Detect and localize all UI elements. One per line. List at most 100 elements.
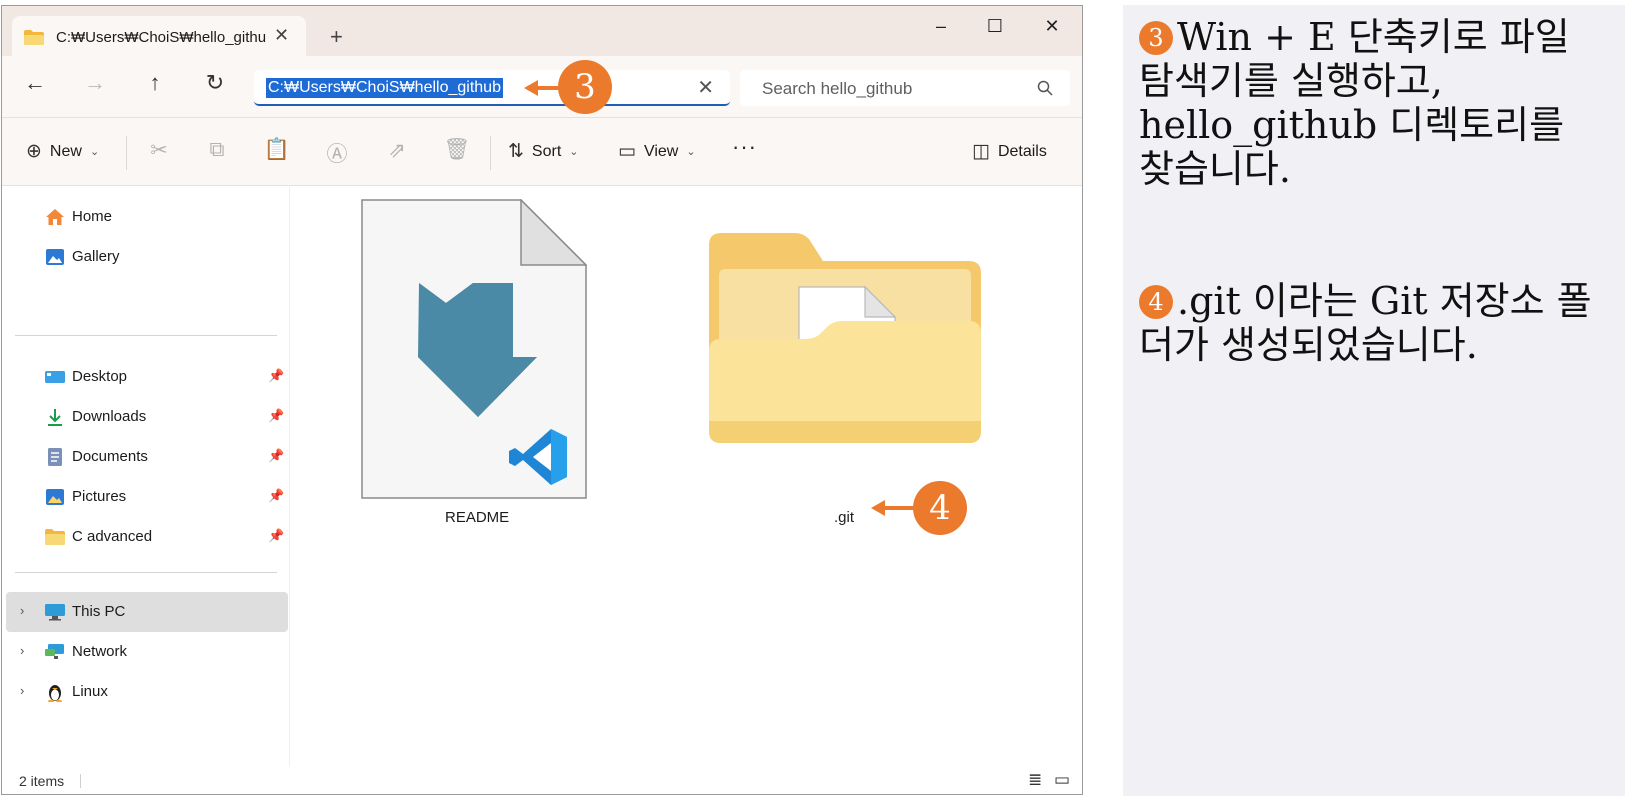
toolbar-divider (126, 136, 127, 170)
tab-title: C:₩Users₩ChoiS₩hello_githu (56, 29, 267, 46)
folder-name: .git (834, 509, 855, 526)
sidebar-item-pictures[interactable]: Pictures 📌 (6, 477, 288, 517)
sidebar-item-label: Network (72, 643, 128, 660)
instruction-text: .git 이라는 Git 저장소 폴더가 생성되었습니다. (1139, 279, 1592, 367)
sidebar-item-c-advanced[interactable]: C advanced 📌 (6, 517, 288, 557)
address-path[interactable]: C:₩Users₩ChoiS₩hello_github (266, 78, 503, 98)
tab-close-icon[interactable]: ✕ (274, 25, 289, 46)
folder-icon (44, 527, 66, 547)
callout-badge-4: 4 (913, 481, 967, 535)
sidebar-item-home[interactable]: Home (6, 197, 288, 237)
cut-icon[interactable]: ✂ (144, 138, 174, 163)
large-icons-view-icon[interactable]: ▭ (1054, 770, 1070, 790)
sidebar-divider (15, 335, 277, 336)
navigation-pane: Home Gallery Desktop 📌 Downloads 📌 Docum… (2, 187, 290, 767)
chevron-down-icon: ⌄ (89, 146, 100, 158)
share-icon[interactable]: ⇗ (382, 138, 412, 163)
sort-label: Sort (531, 142, 562, 160)
sidebar-item-label: Downloads (72, 408, 147, 425)
view-label: View (643, 142, 679, 160)
folder-icon (709, 233, 981, 443)
gallery-icon (44, 247, 66, 267)
maximize-button[interactable]: ☐ (980, 16, 1010, 37)
file-explorer-window: C:₩Users₩ChoiS₩hello_githu ✕ + – ☐ ✕ ← →… (1, 5, 1083, 795)
instruction-text: Win + E 단축키로 파일 탐색기를 실행하고, hello_github … (1139, 15, 1570, 191)
back-button[interactable]: ← (20, 72, 50, 94)
up-button[interactable]: ↑ (140, 72, 170, 94)
address-clear-icon[interactable]: ✕ (697, 75, 714, 100)
more-options-button[interactable]: ··· (732, 134, 757, 160)
sidebar-item-desktop[interactable]: Desktop 📌 (6, 357, 288, 397)
new-tab-button[interactable]: + (330, 26, 343, 48)
delete-icon[interactable]: 🗑 (442, 138, 472, 162)
sidebar-item-downloads[interactable]: Downloads 📌 (6, 397, 288, 437)
address-bar[interactable]: C:₩Users₩ChoiS₩hello_github ✕ (254, 70, 730, 106)
pin-icon[interactable]: 📌 (268, 448, 284, 464)
step-number-badge: 4 (1139, 285, 1173, 319)
instruction-panel: 3 Win + E 단축키로 파일 탐색기를 실행하고, hello_github… (1123, 5, 1625, 796)
pin-icon[interactable]: 📌 (268, 488, 284, 504)
network-icon (44, 642, 66, 662)
sidebar-item-label: Linux (72, 683, 108, 700)
details-button[interactable]: ◫ Details (972, 140, 1047, 163)
sidebar-item-network[interactable]: › Network (6, 632, 288, 672)
sidebar-item-this-pc[interactable]: › This PC (6, 592, 288, 632)
sidebar-item-documents[interactable]: Documents 📌 (6, 437, 288, 477)
close-button[interactable]: ✕ (1037, 16, 1067, 37)
step-number-badge: 3 (1139, 21, 1173, 55)
new-button[interactable]: ⊕ New ⌄ (26, 140, 99, 163)
plus-circle-icon: ⊕ (26, 141, 42, 162)
refresh-button[interactable]: ↻ (200, 72, 230, 94)
search-placeholder: Search hello_github (762, 79, 913, 98)
view-icon: ▭ (618, 141, 636, 162)
copy-icon[interactable]: ⧉ (202, 138, 232, 162)
sidebar-item-label: Desktop (72, 368, 128, 385)
explorer-tab[interactable]: C:₩Users₩ChoiS₩hello_githu ✕ (12, 16, 306, 58)
search-icon (1037, 80, 1053, 96)
folder-icon (24, 30, 44, 45)
sidebar-item-label: C advanced (72, 528, 153, 545)
sidebar-item-label: Home (72, 208, 113, 225)
sidebar-item-gallery[interactable]: Gallery (6, 237, 288, 277)
chevron-down-icon: ⌄ (686, 146, 696, 158)
sidebar-item-label: Pictures (72, 488, 127, 505)
instruction-step-4: 4 .git 이라는 Git 저장소 폴더가 생성되었습니다. (1139, 279, 1609, 367)
sidebar-item-label: This PC (72, 603, 126, 620)
paste-icon[interactable]: 📋 (262, 138, 292, 162)
pin-icon[interactable]: 📌 (268, 408, 284, 424)
pictures-icon (44, 487, 66, 507)
search-box[interactable]: Search hello_github (740, 70, 1070, 106)
item-count: 2 items (19, 773, 65, 789)
chevron-right-icon[interactable]: › (20, 683, 24, 698)
pin-icon[interactable]: 📌 (268, 528, 284, 544)
sort-button[interactable]: ⇅ Sort ⌄ (508, 140, 578, 163)
desktop-icon (44, 367, 66, 387)
details-view-icon[interactable]: ≣ (1028, 770, 1042, 790)
instruction-step-3: 3 Win + E 단축키로 파일 탐색기를 실행하고, hello_github… (1139, 15, 1609, 191)
forward-button[interactable]: → (80, 72, 110, 94)
new-label: New (49, 142, 82, 160)
sidebar-item-label: Gallery (72, 248, 120, 265)
minimize-button[interactable]: – (926, 16, 956, 37)
file-item-readme[interactable]: README (361, 199, 601, 529)
sidebar-divider (15, 572, 277, 573)
home-icon (44, 207, 66, 227)
title-bar: C:₩Users₩ChoiS₩hello_githu ✕ + – ☐ ✕ (2, 6, 1082, 58)
callout-badge-3: 3 (558, 60, 612, 114)
details-label: Details (997, 142, 1047, 160)
chevron-right-icon[interactable]: › (20, 603, 24, 618)
callout-arrow-line (883, 506, 915, 510)
download-icon (44, 407, 66, 427)
file-list-area: README .git 4 (291, 187, 1082, 767)
toolbar-divider (490, 136, 491, 170)
pin-icon[interactable]: 📌 (268, 368, 284, 384)
chevron-right-icon[interactable]: › (20, 643, 24, 658)
sidebar-item-linux[interactable]: › Linux (6, 672, 288, 712)
command-bar: ⊕ New ⌄ ✂ ⧉ 📋 Ⓐ ⇗ 🗑 ⇅ Sort ⌄ ▭ View ⌄ ··… (2, 118, 1082, 186)
computer-icon (44, 602, 66, 622)
chevron-down-icon: ⌄ (569, 146, 579, 158)
details-pane-icon: ◫ (972, 141, 990, 162)
view-button[interactable]: ▭ View ⌄ (618, 140, 696, 163)
rename-icon[interactable]: Ⓐ (322, 138, 352, 168)
status-divider (80, 774, 81, 788)
